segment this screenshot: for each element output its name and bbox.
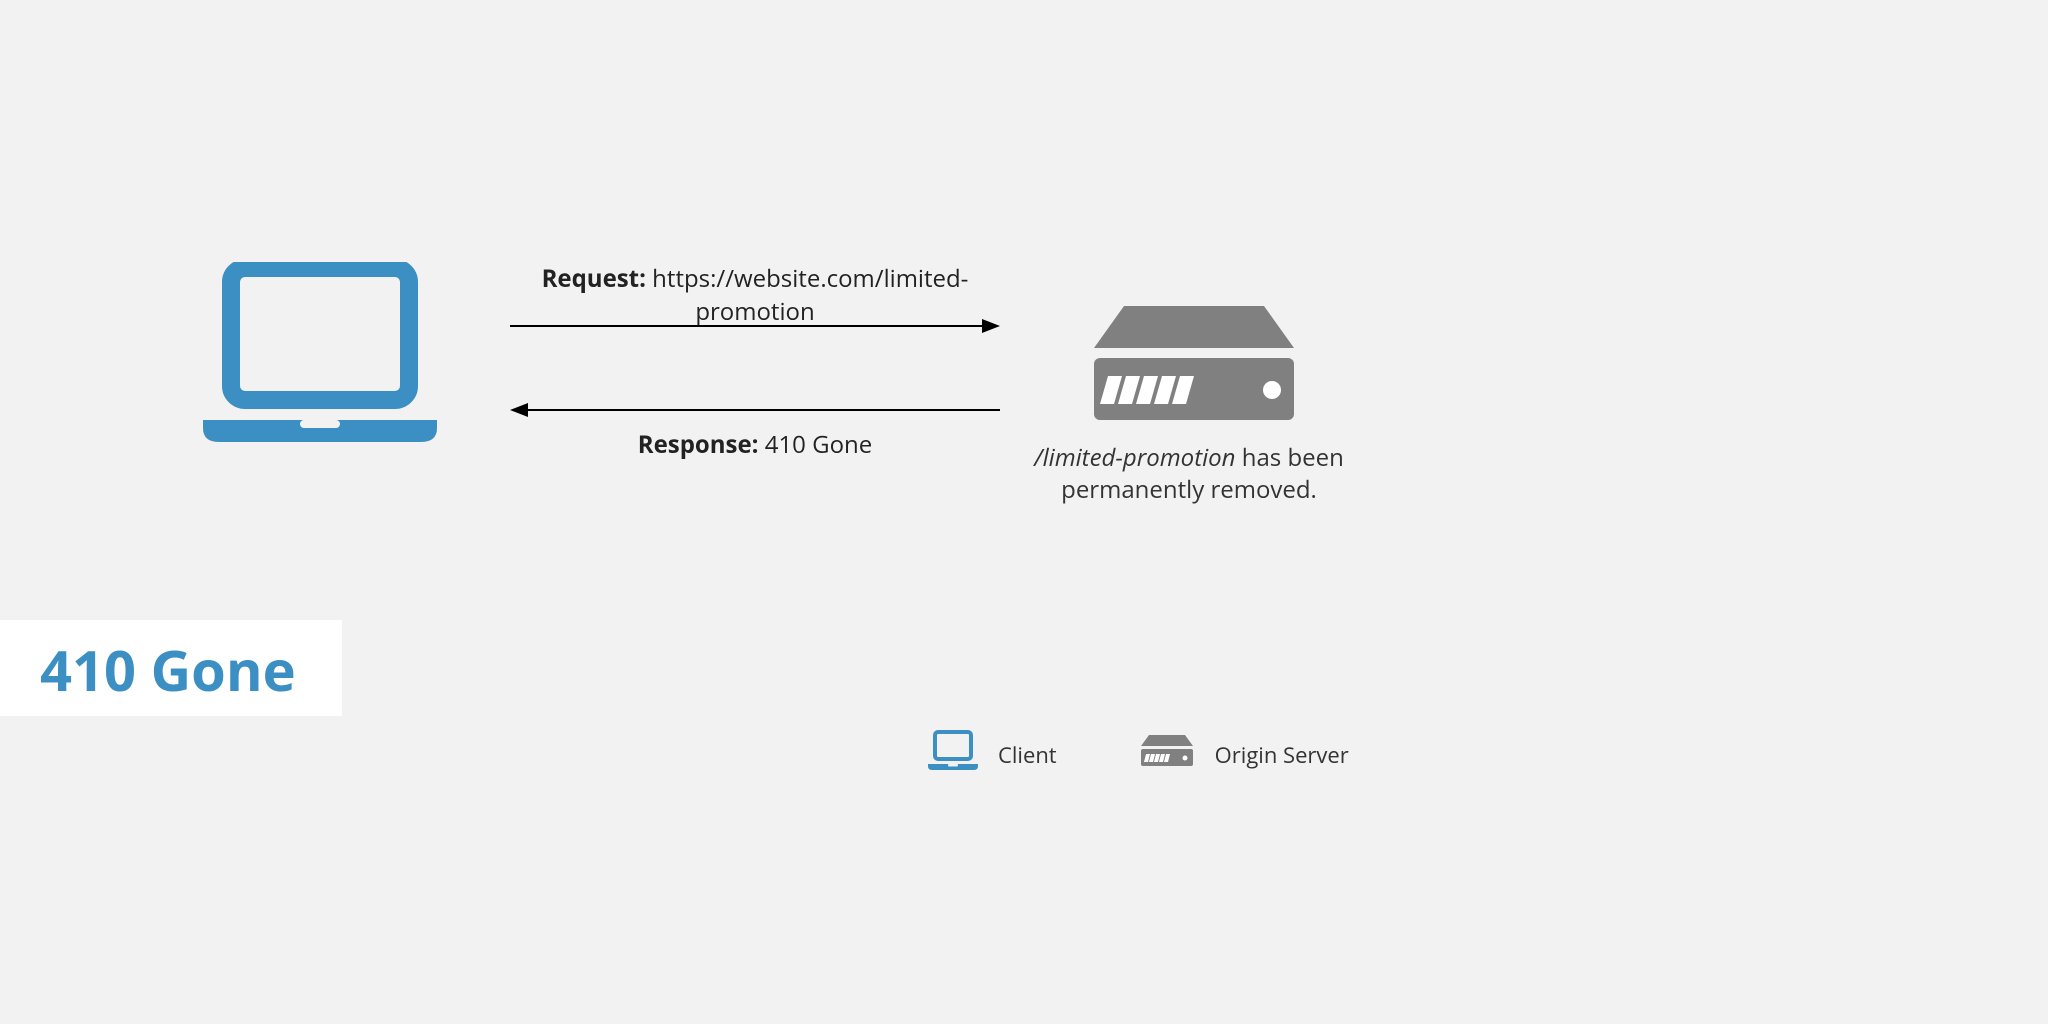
page-title: 410 Gone [40, 632, 296, 708]
legend-client: Client [926, 730, 1057, 779]
legend-client-label: Client [998, 740, 1057, 770]
server-icon [1086, 300, 1302, 433]
server-caption-rest1: has been [1236, 441, 1344, 474]
legend: Client Origin Server [926, 730, 1349, 779]
laptop-icon [195, 262, 445, 457]
request-label-bold: Request: [542, 262, 646, 295]
response-value: 410 Gone [765, 428, 872, 461]
laptop-icon [926, 730, 980, 779]
response-label: Response: 410 Gone [500, 428, 1010, 461]
server-caption-line2: permanently removed. [1061, 473, 1317, 506]
server-caption: /limited-promotion has been permanently … [1034, 442, 1344, 507]
arrow-right-icon [510, 316, 1000, 341]
server-caption-path: /limited-promotion [1034, 441, 1235, 474]
server-icon [1137, 733, 1197, 776]
arrow-left-icon [510, 400, 1000, 425]
title-box: 410 Gone [0, 620, 342, 716]
legend-origin-label: Origin Server [1215, 740, 1349, 770]
response-label-bold: Response: [638, 428, 759, 461]
legend-origin: Origin Server [1137, 733, 1349, 776]
